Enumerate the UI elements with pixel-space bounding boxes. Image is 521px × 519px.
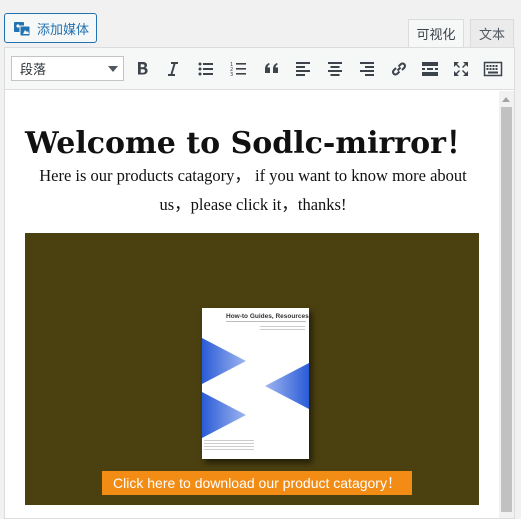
align-center-button[interactable] — [323, 57, 347, 81]
paragraph-format-select[interactable]: 段落 — [11, 56, 124, 81]
bold-button[interactable] — [130, 57, 154, 81]
paragraph-format-value: 段落 — [20, 63, 47, 78]
bold-icon — [138, 62, 148, 75]
align-left-button[interactable] — [291, 57, 315, 81]
align-right-icon — [360, 62, 374, 76]
fullscreen-icon — [454, 62, 468, 76]
chevron-down-icon — [108, 66, 118, 72]
catalog-brochure-image: How-to Guides, Resources — [202, 308, 309, 459]
intro-paragraph: Here is our products catagory， if you wa… — [39, 166, 467, 214]
add-media-icon — [13, 19, 31, 37]
download-catalog-label: Click here to download our product catag… — [113, 475, 401, 491]
tab-text-label: 文本 — [478, 28, 505, 43]
download-catalog-button[interactable]: Click here to download our product catag… — [102, 471, 412, 495]
tab-visual[interactable]: 可视化 — [408, 19, 464, 48]
tab-visual-label: 可视化 — [416, 28, 456, 43]
editor-frame: 段落 1 2 3 Welcome to Sodlc-mirror！ Here i… — [4, 47, 515, 519]
blockquote-button[interactable] — [260, 57, 284, 81]
italic-button[interactable] — [161, 57, 185, 81]
align-left-icon — [296, 62, 310, 76]
align-right-button[interactable] — [355, 57, 379, 81]
add-media-label: 添加媒体 — [37, 22, 90, 38]
bulleted-list-button[interactable] — [194, 57, 218, 81]
brochure-triangles-graphic — [202, 326, 309, 450]
bulleted-list-icon — [198, 62, 213, 76]
editor-toolbar: 段落 1 2 3 — [5, 48, 514, 90]
scrollbar-thumb[interactable] — [501, 107, 512, 512]
numbered-list-icon: 1 2 3 — [230, 62, 246, 78]
download-banner: How-to Guides, Resources Click here to d… — [25, 233, 479, 505]
numbered-list-button[interactable]: 1 2 3 — [227, 57, 251, 81]
page-heading: Welcome to Sodlc-mirror！ — [25, 126, 476, 161]
editor-scrollbar[interactable] — [499, 91, 514, 518]
insert-link-button[interactable] — [387, 57, 411, 81]
link-icon — [392, 62, 406, 76]
add-media-button[interactable]: 添加媒体 — [4, 13, 97, 43]
read-more-button[interactable] — [418, 57, 442, 81]
fullscreen-button[interactable] — [449, 57, 473, 81]
keyboard-icon — [483, 61, 503, 77]
align-center-icon — [328, 62, 342, 76]
italic-icon — [168, 62, 178, 76]
read-more-icon — [422, 62, 438, 76]
editor-content[interactable]: Welcome to Sodlc-mirror！ Here is our pro… — [5, 91, 498, 518]
toolbar-toggle-button[interactable] — [481, 57, 505, 81]
svg-text:3: 3 — [230, 72, 233, 78]
blockquote-icon — [265, 63, 278, 73]
scroll-up-icon[interactable] — [502, 97, 510, 102]
tab-text[interactable]: 文本 — [470, 19, 514, 48]
